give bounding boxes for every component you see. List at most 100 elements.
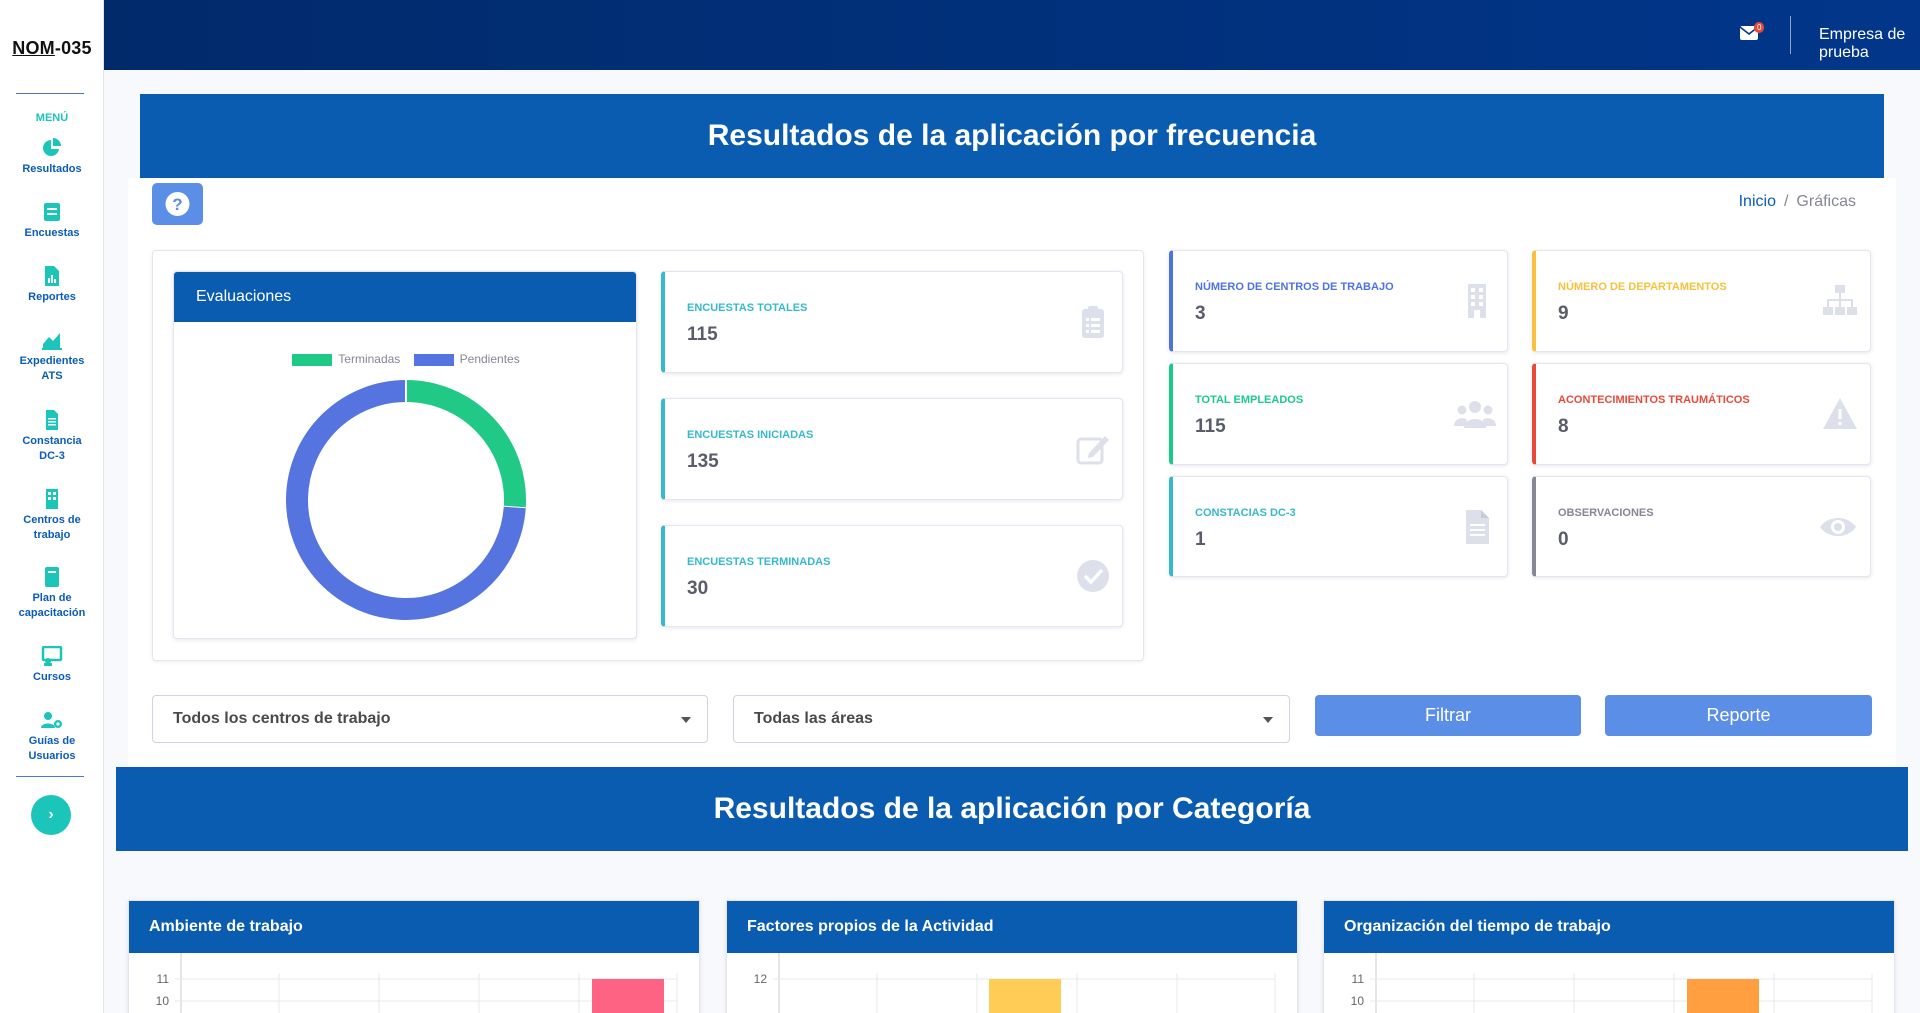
sidebar-item-cursos[interactable]: Cursos [0,646,104,685]
sidebar-item-label: Expedientes [19,355,85,367]
evaluaciones-card: Evaluaciones Terminadas Pendientes [173,271,637,639]
sidebar-divider [16,776,84,777]
stat-label: ACONTECIMIENTOS TRAUMÁTICOS [1558,394,1750,406]
sidebar-toggle-button[interactable]: › [31,795,71,835]
donut-slice-terminadas[interactable] [405,380,526,509]
stat-observaciones: OBSERVACIONES 0 [1532,476,1871,577]
sidebar-item-label: Resultados [22,163,82,175]
category-card-organizacion: Organización del tiempo de trabajo 11 10 [1323,900,1895,1013]
category-chart-factores: 12 [754,953,1276,1013]
sidebar-item-label: Reportes [28,291,76,303]
edit-icon [1076,436,1109,465]
stat-constancias-dc3: CONSTACIAS DC-3 1 [1169,476,1508,577]
file-icon [1466,510,1489,544]
sidebar-item-label-2: DC-3 [39,450,65,462]
area-chart-icon [42,333,62,350]
bar[interactable] [1687,979,1759,1013]
sidebar-item-encuestas[interactable]: Encuestas [0,202,104,241]
sidebar-item-guias[interactable]: Guías de Usuarios [0,710,104,764]
category-card-factores: Factores propios de la Actividad 12 [726,900,1298,1013]
tick-label: 11 [157,972,170,986]
centros-select[interactable]: Todos los centros de trabajo [152,695,708,743]
stat-value: 135 [687,451,719,472]
category-title: Factores propios de la Actividad [727,901,1297,953]
warning-icon [1823,398,1857,429]
tick-label: 10 [1351,994,1365,1008]
sidebar-item-resultados[interactable]: Resultados [0,138,104,177]
sidebar-item-label-2: trabajo [33,529,71,541]
stat-value: 0 [1558,529,1569,550]
page-title: Resultados de la aplicación por frecuenc… [140,94,1884,178]
category-title: Organización del tiempo de trabajo [1324,901,1894,953]
stat-label: ENCUESTAS TOTALES [687,302,808,314]
book-icon [45,567,59,587]
stat-centros-trabajo: NÚMERO DE CENTROS DE TRABAJO 3 [1169,250,1508,352]
evaluaciones-donut-chart [286,380,526,620]
stat-acontecimientos-traumaticos: ACONTECIMIENTOS TRAUMÁTICOS 8 [1532,363,1871,465]
stat-value: 8 [1558,416,1569,437]
sidebar-item-centros[interactable]: Centros de trabajo [0,489,104,543]
tick-label: 12 [754,972,768,986]
sidebar-item-label: Centros de [23,514,81,526]
category-section-title: Resultados de la aplicación por Categorí… [116,767,1908,851]
sidebar: NOM-035 MENÚ Resultados Encuestas Report… [0,0,104,1013]
sidebar-item-label: Constancia [22,435,82,447]
stat-label: TOTAL EMPLEADOS [1195,394,1304,406]
bar[interactable] [592,979,664,1013]
stat-value: 115 [687,324,718,345]
stat-total-empleados: TOTAL EMPLEADOS 115 [1169,363,1508,465]
sidebar-item-label-2: Usuarios [28,750,76,762]
stat-value: 9 [1558,303,1569,324]
document-icon [46,410,58,430]
sidebar-item-label: Plan de [32,592,72,604]
menu-heading: MENÚ [35,112,69,124]
topbar-divider [1790,16,1791,54]
chalkboard-icon [41,646,63,666]
file-chart-icon [45,266,59,286]
chevron-down-icon [1263,717,1273,723]
pie-chart-icon [43,138,61,156]
building-icon [1468,284,1486,318]
message-count-badge: 0 [1754,22,1765,33]
category-chart-ambiente: 11 10 [156,953,678,1013]
stat-label: ENCUESTAS INICIADAS [687,429,814,441]
stat-value: 115 [1195,416,1226,437]
sitemap-icon [1823,285,1857,315]
help-button[interactable]: ? [152,183,203,225]
sidebar-item-reportes[interactable]: Reportes [0,266,104,305]
sidebar-item-label-2: capacitación [18,607,86,619]
clipboard-list-icon [1082,306,1104,338]
stat-encuestas-terminadas: ENCUESTAS TERMINADAS 30 [661,525,1123,627]
sidebar-item-plan[interactable]: Plan de capacitación [0,567,104,621]
brand-logo[interactable]: NOM-035 [0,38,104,59]
question-circle-icon: ? [165,192,190,216]
sidebar-item-label: Cursos [33,671,71,683]
filter-button[interactable]: Filtrar [1315,695,1581,736]
svg-text:?: ? [172,195,182,214]
stat-value: 1 [1195,529,1206,550]
tick-label: 10 [156,994,170,1008]
sidebar-item-label: Encuestas [24,227,80,239]
list-box-icon [44,203,60,221]
sidebar-item-constancia[interactable]: Constancia DC-3 [0,410,104,464]
sidebar-item-expedientes[interactable]: Expedientes ATS [0,330,104,384]
company-name[interactable]: Empresa de prueba [1819,26,1920,62]
stat-value: 30 [687,578,709,599]
topbar: 0 Empresa de prueba [104,0,1920,70]
report-button[interactable]: Reporte [1605,695,1872,736]
breadcrumb-home[interactable]: Inicio [1739,193,1776,210]
category-chart-organizacion: 11 10 [1351,953,1873,1013]
eye-icon [1820,518,1856,536]
stat-label: NÚMERO DE CENTROS DE TRABAJO [1195,281,1394,293]
stat-encuestas-iniciadas: ENCUESTAS INICIADAS 135 [661,398,1123,500]
centros-select-value: Todos los centros de trabajo [173,710,391,727]
sidebar-divider [16,93,84,94]
sidebar-item-label: Guías de [28,735,76,747]
users-cog-icon [41,712,62,728]
breadcrumb-current: Gráficas [1796,193,1856,210]
areas-select[interactable]: Todas las áreas [733,695,1290,743]
bar[interactable] [989,979,1061,1013]
building-icon [46,489,58,509]
areas-select-value: Todas las áreas [754,710,873,727]
category-title: Ambiente de trabajo [129,901,699,953]
